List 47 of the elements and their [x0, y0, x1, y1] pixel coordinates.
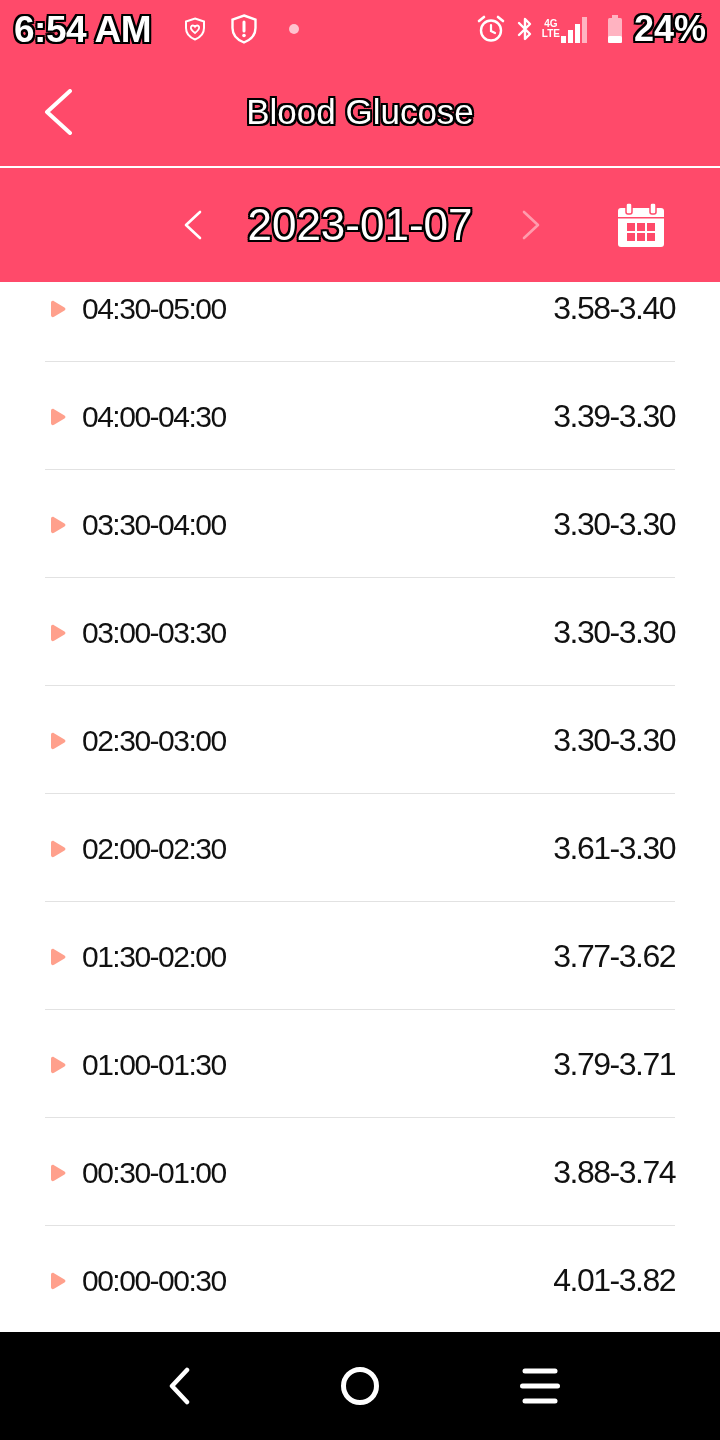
battery-icon	[607, 15, 622, 43]
time-range: 00:00-00:30	[82, 1263, 226, 1298]
reading-row[interactable]: 02:30-03:00 3.30-3.30	[45, 686, 675, 794]
signal-icon	[559, 15, 590, 43]
network-generation-label: 4G	[544, 19, 558, 29]
date-label: 2023-01-07	[247, 198, 473, 251]
reading-row[interactable]: 00:30-01:00 3.88-3.74	[45, 1118, 675, 1226]
time-range: 00:30-01:00	[82, 1155, 226, 1190]
time-range: 02:30-03:00	[82, 723, 226, 758]
time-range: 04:00-04:30	[82, 399, 226, 434]
glucose-range: 3.30-3.30	[553, 722, 675, 759]
clock-time: 6:54 AM	[14, 10, 151, 48]
time-range: 03:00-03:30	[82, 615, 226, 650]
glucose-range: 3.77-3.62	[553, 938, 675, 975]
glucose-range: 3.30-3.30	[553, 614, 675, 651]
dot-icon	[289, 24, 299, 34]
battery-percent: 24%	[633, 11, 706, 47]
reading-row[interactable]: 01:30-02:00 3.77-3.62	[45, 902, 675, 1010]
back-icon[interactable]	[169, 1367, 191, 1405]
time-range: 03:30-04:00	[82, 507, 226, 542]
time-range: 02:00-02:30	[82, 831, 226, 866]
glucose-range: 3.61-3.30	[553, 830, 675, 867]
network-type-label: LTE	[541, 29, 560, 39]
calendar-icon[interactable]	[618, 203, 664, 247]
glucose-range: 3.39-3.30	[553, 398, 675, 435]
reading-row[interactable]: 04:30-05:00 3.58-3.40	[45, 282, 675, 362]
reading-row[interactable]: 01:00-01:30 3.79-3.71	[45, 1010, 675, 1118]
time-range: 01:00-01:30	[82, 1047, 226, 1082]
reading-row[interactable]: 02:00-02:30 3.61-3.30	[45, 794, 675, 902]
screen-title: Blood Glucose	[246, 91, 474, 133]
glucose-range: 4.01-3.82	[553, 1262, 675, 1299]
alarm-clock-icon	[476, 15, 505, 43]
menu-icon[interactable]	[520, 1367, 560, 1405]
glucose-range: 3.30-3.30	[553, 506, 675, 543]
reading-row[interactable]: 04:00-04:30 3.39-3.30	[45, 362, 675, 470]
home-icon[interactable]	[340, 1366, 380, 1406]
bluetooth-icon	[516, 16, 533, 42]
shield-alert-icon	[230, 14, 258, 44]
glucose-range: 3.88-3.74	[553, 1154, 675, 1191]
reading-row[interactable]: 03:30-04:00 3.30-3.30	[45, 470, 675, 578]
chevron-left-icon[interactable]	[183, 210, 204, 240]
glucose-range: 3.79-3.71	[553, 1046, 675, 1083]
time-range: 01:30-02:00	[82, 939, 226, 974]
time-range: 04:30-05:00	[82, 291, 226, 326]
shield-heart-icon	[184, 17, 206, 41]
glucose-range: 3.58-3.40	[553, 290, 675, 327]
reading-row[interactable]: 03:00-03:30 3.30-3.30	[45, 578, 675, 686]
